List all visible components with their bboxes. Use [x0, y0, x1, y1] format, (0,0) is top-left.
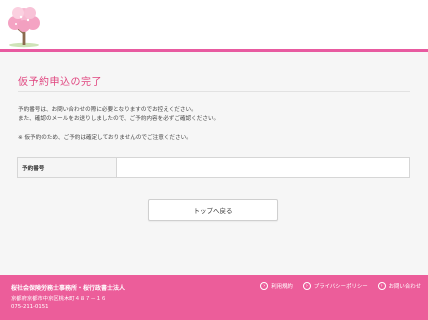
notice-message: ※ 仮予約のため、ご予約は確定しておりませんのでご注意ください。 — [18, 135, 192, 141]
footer-links: › 利用規約 › プライバシーポリシー › お問い合わせ — [260, 282, 421, 290]
contact-link[interactable]: › お問い合わせ — [377, 282, 421, 290]
reservation-number-label: 予約番号 — [18, 158, 117, 177]
office-address: 京都府京都市中京区桃木町４８７－１６ — [11, 296, 107, 302]
back-to-top-button[interactable]: トップへ戻る — [148, 199, 278, 221]
info-message-1: 予約番号は、お問い合わせの際に必要となりますのでお控えください。 — [18, 107, 197, 113]
reservation-number-table: 予約番号 — [17, 157, 410, 178]
site-footer: 桜社会保険労務士事務所・桜行政書士法人 京都府京都市中京区桃木町４８７－１６ 0… — [0, 275, 428, 320]
terms-link[interactable]: › 利用規約 — [260, 282, 293, 290]
info-message-2: また、確認のメールをお送りしましたので、ご予約内容を必ずご確認ください。 — [18, 116, 220, 122]
terms-link-label: 利用規約 — [271, 284, 293, 290]
contact-link-label: お問い合わせ — [388, 284, 421, 290]
reservation-number-value — [117, 158, 409, 177]
office-name: 桜社会保険労務士事務所・桜行政書士法人 — [11, 285, 126, 292]
main-content: 仮予約申込の完了 予約番号は、お問い合わせの際に必要となりますのでお控えください… — [0, 55, 428, 255]
page-title: 仮予約申込の完了 — [18, 77, 102, 88]
privacy-policy-link[interactable]: › プライバシーポリシー — [302, 282, 368, 290]
title-divider — [18, 91, 410, 92]
chevron-right-icon: › — [377, 282, 386, 290]
cherry-blossom-tree-icon[interactable] — [4, 4, 44, 48]
site-header — [0, 0, 428, 52]
chevron-right-icon: › — [302, 282, 311, 290]
privacy-policy-link-label: プライバシーポリシー — [313, 284, 368, 290]
chevron-right-icon: › — [260, 282, 269, 290]
office-phone: 075-211-0151 — [11, 304, 49, 310]
